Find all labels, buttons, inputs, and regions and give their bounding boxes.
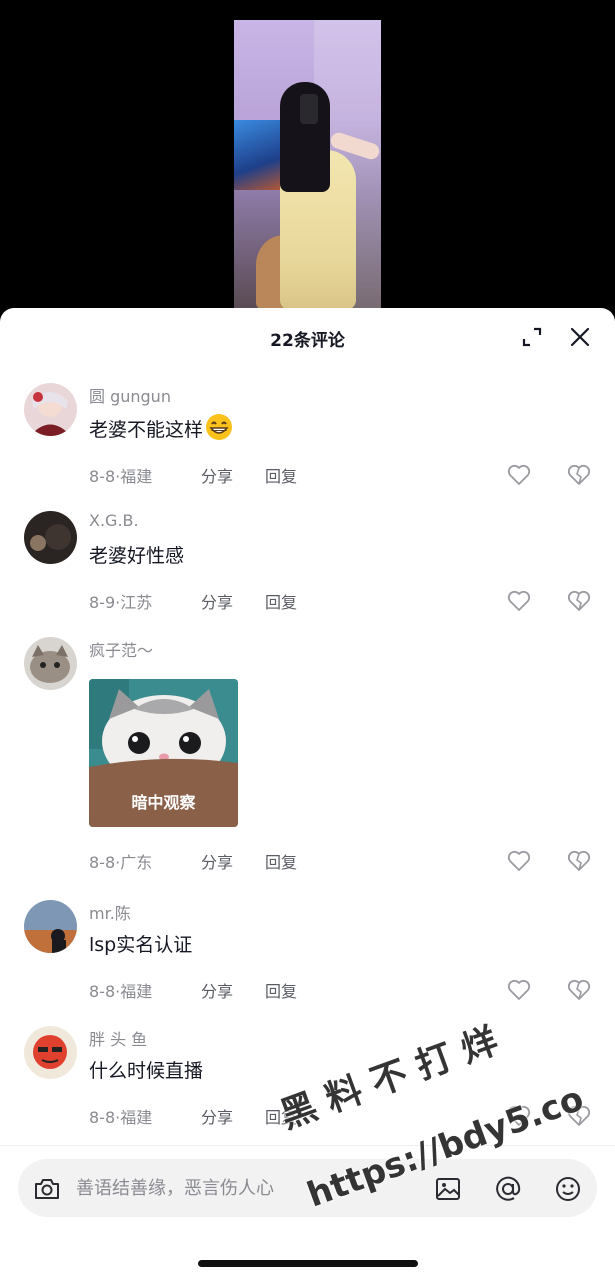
share-button[interactable]: 分享 [201,978,233,1002]
reply-button[interactable]: 回复 [265,589,297,613]
broken-heart-icon[interactable] [567,464,591,486]
comment-date: 8-8 [89,853,116,872]
heart-icon[interactable] [507,850,531,872]
share-button[interactable]: 分享 [201,849,233,873]
image-icon[interactable] [433,1174,463,1204]
comment-location: 广东 [120,853,153,872]
comment-meta: 8-8· 福建 分享 回复 [89,463,297,487]
heart-icon[interactable] [507,590,531,612]
share-button[interactable]: 分享 [201,463,233,487]
broken-heart-icon[interactable] [567,590,591,612]
avatar[interactable] [24,383,77,436]
share-button[interactable]: 分享 [201,1104,233,1128]
heart-icon[interactable] [507,979,531,1001]
at-icon[interactable] [493,1174,523,1204]
comment-date: 8-8 [89,1108,116,1127]
video-thumbnail [234,20,381,310]
reply-button[interactable]: 回复 [265,849,297,873]
comment-username[interactable]: 圆 gungun [89,383,171,407]
divider [0,1145,615,1146]
reply-button[interactable]: 回复 [265,1104,297,1128]
broken-heart-icon[interactable] [567,1105,591,1127]
share-button[interactable]: 分享 [201,589,233,613]
comment-username[interactable]: mr.陈 [89,900,131,924]
comment-username[interactable]: X.G.B. [89,511,139,530]
comment-input-bar [18,1159,597,1217]
avatar[interactable] [24,511,77,564]
broken-heart-icon[interactable] [567,979,591,1001]
comment-meta: 8-8· 福建 分享 回复 [89,978,297,1002]
heart-icon[interactable] [507,1105,531,1127]
camera-icon[interactable] [32,1174,62,1204]
comment-meta: 8-9· 江苏 分享 回复 [89,589,297,613]
comment-location: 福建 [120,1108,153,1127]
comment-text: 什么时候直播 [89,1060,204,1082]
comment-text: 老婆好性感 [89,545,185,567]
avatar[interactable] [24,1026,77,1079]
comment-location: 江苏 [120,593,153,612]
comment-meta: 8-8· 广东 分享 回复 [89,849,297,873]
comment-text: lsp实名认证 [89,934,193,956]
emoji-icon[interactable] [553,1174,583,1204]
comment-username[interactable]: 胖 头 鱼 [89,1026,147,1050]
avatar[interactable] [24,637,77,690]
avatar[interactable] [24,900,77,953]
expand-icon[interactable] [519,324,545,350]
comment-date: 8-8 [89,467,116,486]
video-area[interactable] [0,0,615,320]
reply-button[interactable]: 回复 [265,978,297,1002]
sticker-image[interactable]: 暗中观察 [89,679,238,827]
comment-location: 福建 [120,467,153,486]
reply-button[interactable]: 回复 [265,463,297,487]
home-indicator [198,1260,418,1267]
comment-input[interactable] [76,1175,376,1201]
panel-header: 22条评论 [0,308,615,366]
comment-date: 8-9 [89,593,116,612]
heart-icon[interactable] [507,464,531,486]
comment-panel: 22条评论 圆 gungun 老婆不能这样 8-8·福建 分享 回复 X.G.B… [0,308,615,1280]
broken-heart-icon[interactable] [567,850,591,872]
comment-username[interactable]: 疯子范～ [89,637,153,661]
comment-meta: 8-8· 福建 分享 回复 [89,1104,297,1128]
close-icon[interactable] [567,324,593,350]
comment-text: 老婆不能这样 [89,413,233,442]
comment-location: 福建 [120,982,153,1001]
video-phone [300,94,318,124]
sticker-label: 暗中观察 [131,793,196,812]
comment-date: 8-8 [89,982,116,1001]
grinning-face-emoji [205,413,233,441]
